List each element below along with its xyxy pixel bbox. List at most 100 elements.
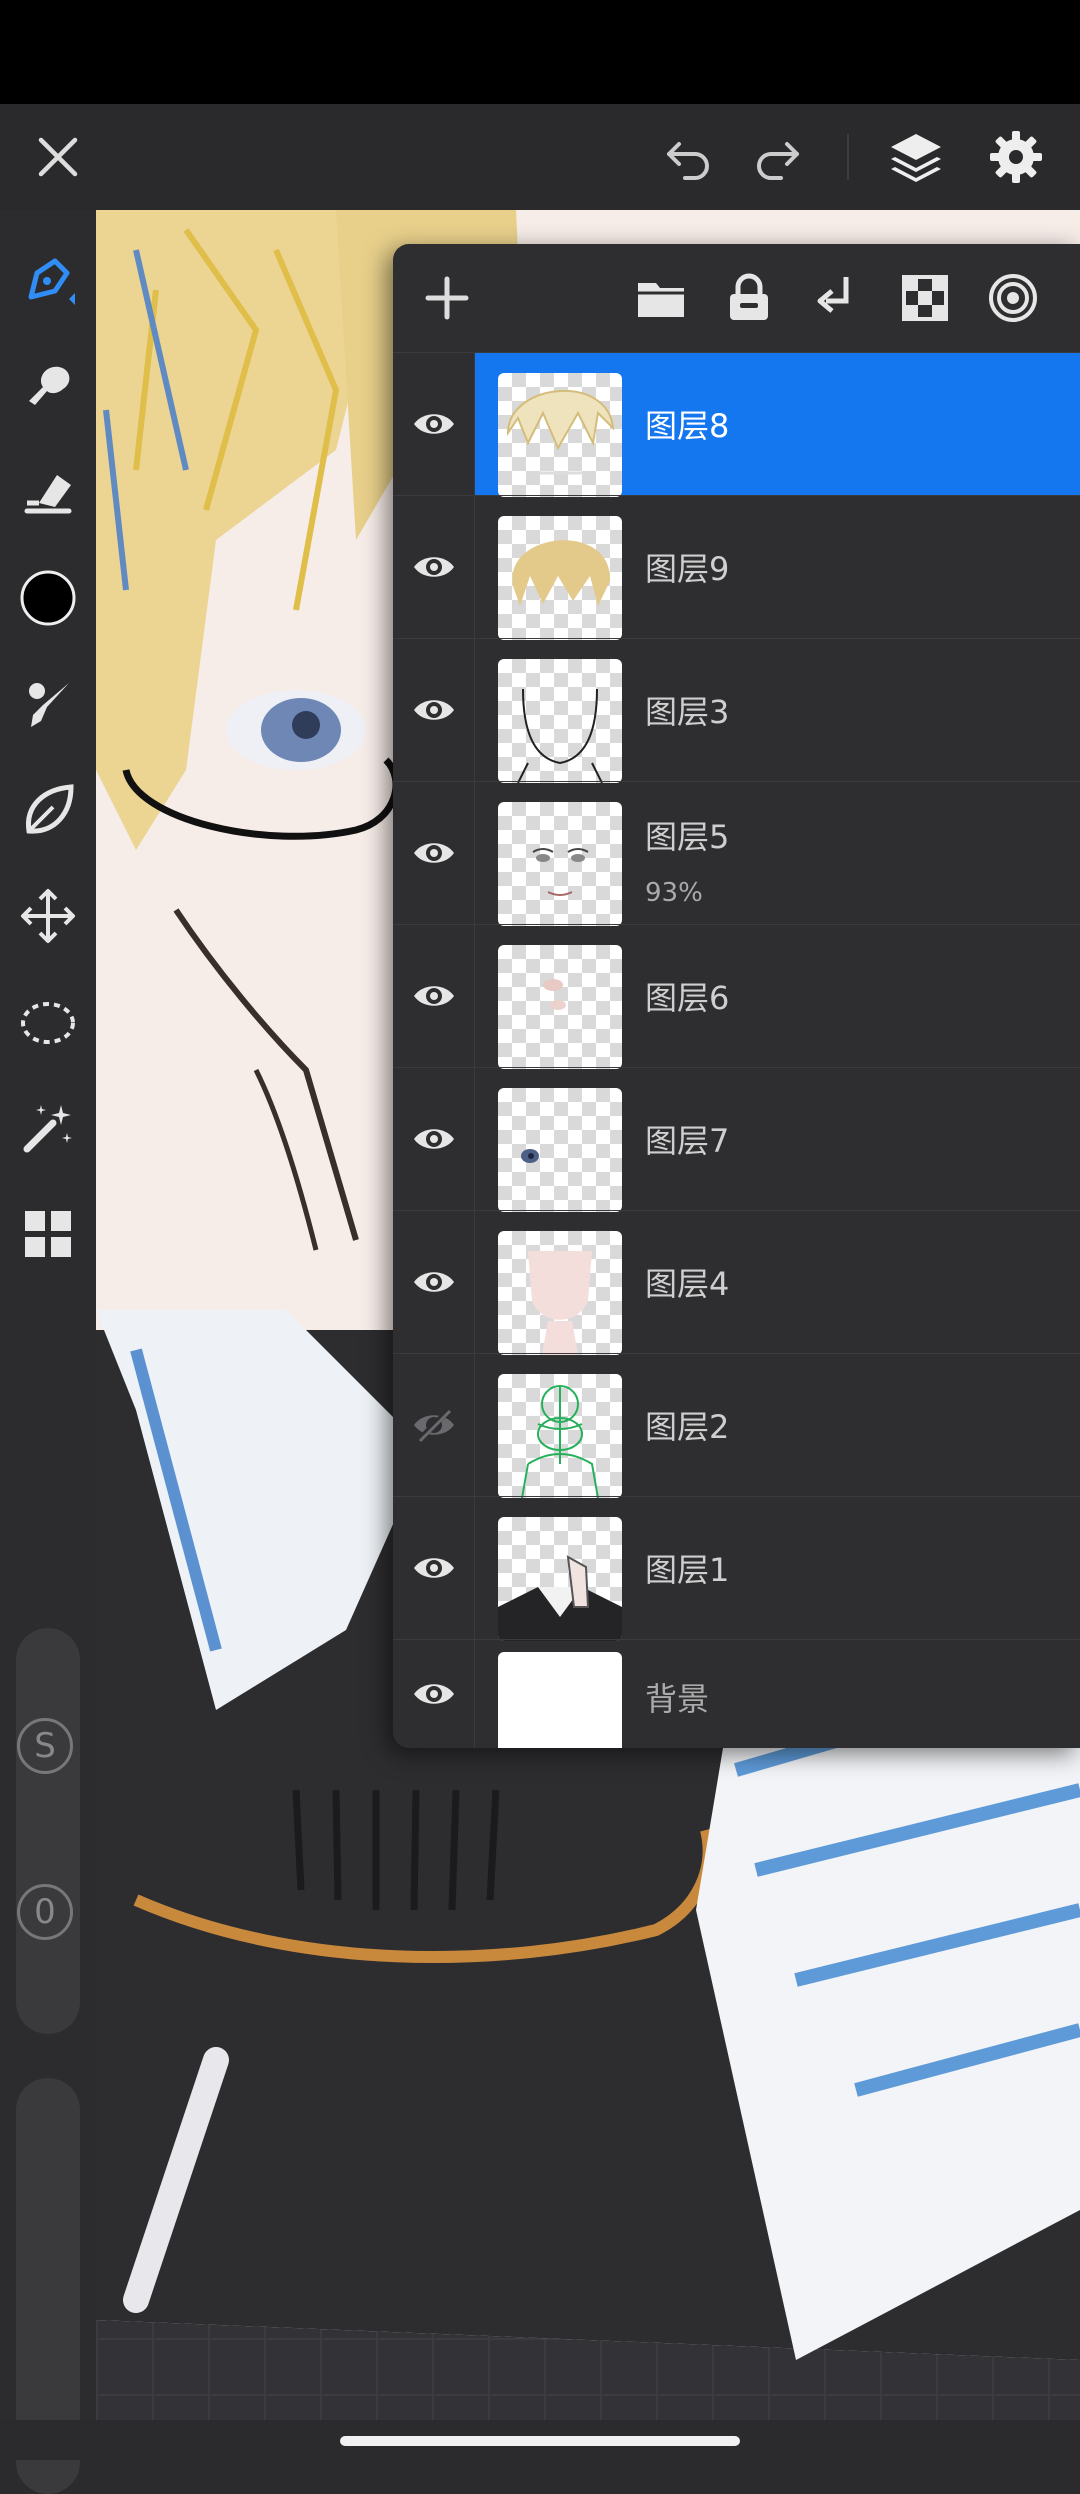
blend-mode-button[interactable] (981, 266, 1045, 330)
color-swatch[interactable] (10, 560, 86, 636)
visibility-toggle[interactable] (393, 1354, 475, 1496)
eye-icon (413, 1272, 454, 1292)
opacity-toggle-button[interactable]: 0 (17, 1884, 73, 1940)
eye-hidden-icon (413, 1407, 454, 1443)
add-layer-button[interactable] (415, 266, 479, 330)
layer-name: 图层5 (645, 818, 730, 856)
visibility-toggle[interactable] (393, 496, 475, 638)
tool-pen[interactable] (10, 242, 86, 318)
move-icon (21, 889, 75, 943)
layer-row-3[interactable]: 图层3 (393, 638, 1080, 783)
tool-gallery[interactable] (10, 1196, 86, 1272)
layer-row-4[interactable]: 图层4 (393, 1210, 1080, 1355)
alpha-lock-button[interactable] (893, 266, 957, 330)
layer-thumbnail (498, 945, 622, 1069)
layer-name: 背景 (645, 1680, 710, 1718)
layer-thumbnail (498, 1652, 622, 1748)
blend-icon (989, 274, 1037, 322)
layer-thumbnail (498, 1088, 622, 1212)
plus-icon (425, 276, 469, 320)
lock-layer-button[interactable] (717, 266, 781, 330)
layer-name: 图层8 (645, 407, 730, 445)
visibility-toggle[interactable] (393, 1068, 475, 1210)
eraser-icon (24, 475, 72, 514)
visibility-toggle[interactable] (393, 925, 475, 1067)
brush-size-slider[interactable] (16, 1628, 80, 2034)
close-button[interactable] (18, 117, 98, 197)
visibility-toggle[interactable] (393, 1497, 475, 1639)
lock-icon (730, 273, 768, 320)
layers-panel-header (393, 244, 1080, 352)
visibility-toggle[interactable] (393, 1640, 475, 1748)
left-toolbar: S 0 (0, 210, 96, 2494)
layer-row-8[interactable]: 图层8 (393, 352, 1080, 497)
layer-body[interactable]: 图层7 (475, 1068, 1080, 1212)
eye-icon (413, 986, 454, 1006)
layer-body[interactable]: 图层4 (475, 1211, 1080, 1355)
layer-row-background[interactable]: 背景 (393, 1639, 1080, 1748)
top-toolbar (0, 104, 1080, 210)
tool-magic-wand[interactable] (10, 1090, 86, 1166)
eye-icon (413, 1129, 454, 1149)
undo-icon (667, 142, 709, 180)
layer-name: 图层3 (645, 693, 730, 731)
layer-thumbnail (498, 373, 622, 497)
layer-body[interactable]: 图层2 (475, 1354, 1080, 1498)
eye-icon (413, 557, 454, 577)
layer-row-2[interactable]: 图层2 (393, 1353, 1080, 1498)
layer-row-5[interactable]: 图层5 93% (393, 781, 1080, 926)
layer-thumbnail (498, 1374, 622, 1498)
layer-row-6[interactable]: 图层6 (393, 924, 1080, 1069)
tool-brush-settings[interactable] (10, 666, 86, 742)
merge-down-button[interactable] (805, 266, 869, 330)
close-icon (38, 137, 78, 177)
eye-icon (413, 700, 454, 720)
toolbar-divider (847, 134, 849, 180)
lasso-selection-icon (21, 1002, 75, 1044)
layer-body[interactable]: 图层9 (475, 496, 1080, 640)
layer-name: 图层9 (645, 550, 730, 588)
undo-button[interactable] (648, 117, 728, 197)
layer-body[interactable]: 图层3 (475, 639, 1080, 783)
visibility-toggle[interactable] (393, 782, 475, 924)
visibility-toggle[interactable] (393, 639, 475, 781)
tool-selection[interactable] (10, 984, 86, 1060)
tool-eraser[interactable] (10, 454, 86, 530)
layer-thumbnail (498, 1517, 622, 1641)
visibility-toggle[interactable] (393, 1211, 475, 1353)
leaf-icon (26, 784, 74, 834)
tool-lasso-fill[interactable] (10, 772, 86, 848)
tool-transform[interactable] (10, 878, 86, 954)
folder-icon (638, 283, 684, 317)
grid-icon (25, 1211, 71, 1257)
layer-body[interactable]: 图层6 (475, 925, 1080, 1069)
layer-row-9[interactable]: 图层9 (393, 495, 1080, 640)
tool-smudge[interactable] (10, 348, 86, 424)
smudge-icon (29, 366, 70, 405)
layer-body[interactable]: 图层8 (475, 353, 1080, 497)
settings-button[interactable] (976, 117, 1056, 197)
home-indicator[interactable] (340, 2436, 740, 2446)
layer-name: 图层2 (645, 1408, 730, 1446)
layer-body[interactable]: 图层1 (475, 1497, 1080, 1641)
redo-button[interactable] (738, 117, 818, 197)
eye-icon (413, 843, 454, 863)
layer-row-1[interactable]: 图层1 (393, 1496, 1080, 1641)
visibility-toggle[interactable] (393, 353, 475, 495)
checker-icon (902, 275, 948, 321)
layers-button[interactable] (876, 117, 956, 197)
layer-name: 图层7 (645, 1122, 730, 1160)
brush-icon (29, 683, 69, 727)
layers-icon (891, 134, 941, 182)
layer-body[interactable]: 背景 (475, 1640, 1080, 1748)
layer-name: 图层6 (645, 979, 730, 1017)
layers-panel: 图层8 图层9 图层3 图层5 93% 图层6 图层7 图层4 图层2 图层1 … (393, 244, 1080, 1748)
pen-icon (28, 258, 75, 305)
layer-thumbnail (498, 659, 622, 783)
size-toggle-button[interactable]: S (17, 1718, 73, 1774)
new-group-button[interactable] (629, 266, 693, 330)
merge-down-icon (817, 277, 849, 317)
layer-body[interactable]: 图层5 93% (475, 782, 1080, 926)
layer-row-7[interactable]: 图层7 (393, 1067, 1080, 1212)
eye-icon (413, 414, 454, 434)
